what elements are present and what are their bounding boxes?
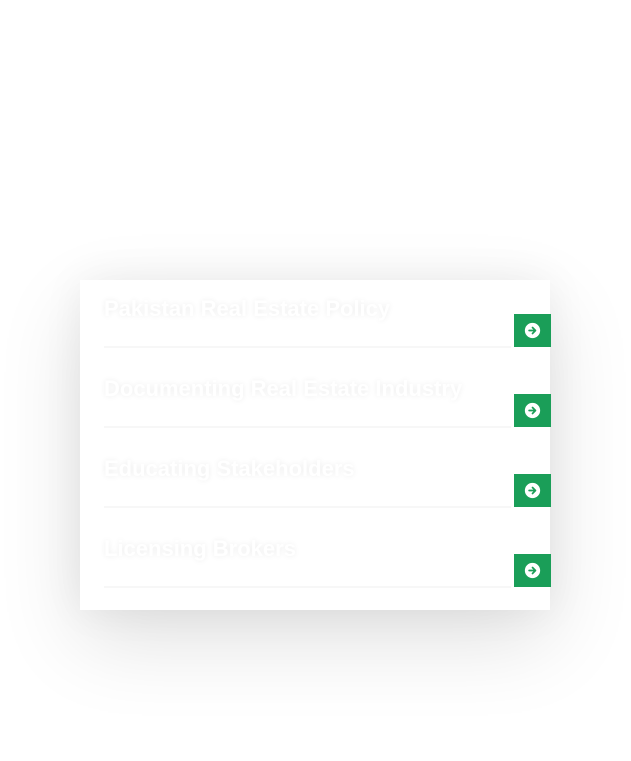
service-item-educating-stakeholders[interactable]: Educating Stakeholders [104,448,551,528]
divider [104,506,511,508]
page: Pakistan Real Estate Policy Documenting … [0,0,631,761]
arrow-button[interactable] [514,314,551,347]
service-item-pakistan-real-estate-policy[interactable]: Pakistan Real Estate Policy [104,288,551,368]
divider [104,426,511,428]
arrow-right-circle-icon [524,482,541,499]
arrow-button[interactable] [514,394,551,427]
service-title[interactable]: Licensing Brokers [104,536,296,562]
arrow-right-circle-icon [524,402,541,419]
service-title[interactable]: Educating Stakeholders [104,456,355,482]
arrow-button[interactable] [514,474,551,507]
arrow-right-circle-icon [524,322,541,339]
arrow-right-circle-icon [524,562,541,579]
service-title[interactable]: Pakistan Real Estate Policy [104,296,390,322]
service-title[interactable]: Documenting Real Estate Industry [104,376,462,402]
divider [104,346,511,348]
divider [104,586,511,588]
service-item-licensing-brokers[interactable]: Licensing Brokers [104,528,551,608]
arrow-button[interactable] [514,554,551,587]
service-item-documenting-real-estate-industry[interactable]: Documenting Real Estate Industry [104,368,551,448]
